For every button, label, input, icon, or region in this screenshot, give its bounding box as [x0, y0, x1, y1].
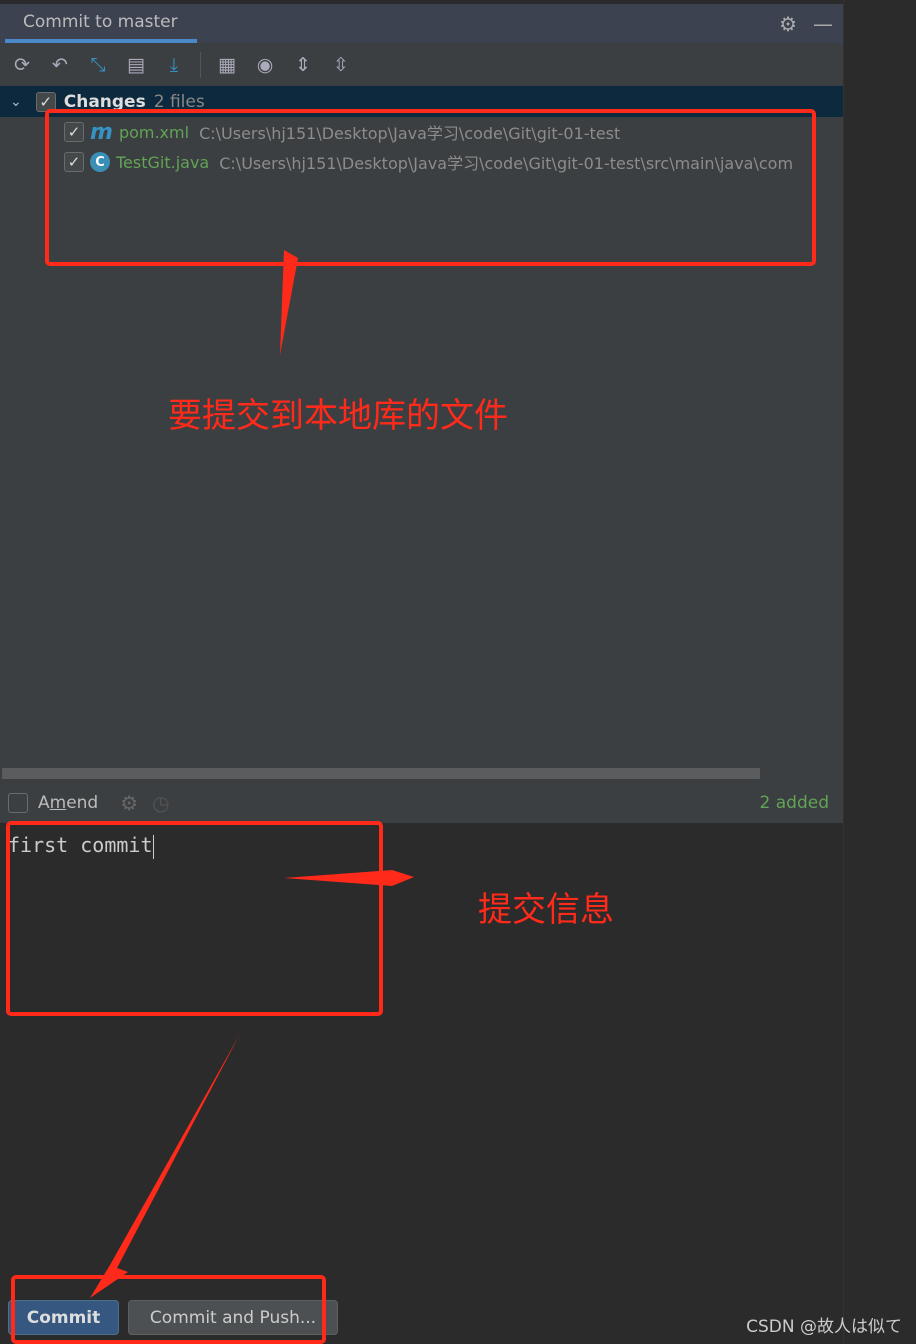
annotation-box-buttons	[11, 1275, 326, 1344]
annotation-arrow-message	[284, 870, 414, 886]
annotation-box-message	[6, 821, 383, 1016]
annotation-box-files	[45, 109, 816, 266]
annotation-message-text: 提交信息	[478, 890, 614, 930]
annotation-overlay	[6, 109, 816, 1344]
annotation-arrow-buttons	[90, 1034, 240, 1298]
annotation-files-text: 要提交到本地库的文件	[168, 396, 508, 436]
